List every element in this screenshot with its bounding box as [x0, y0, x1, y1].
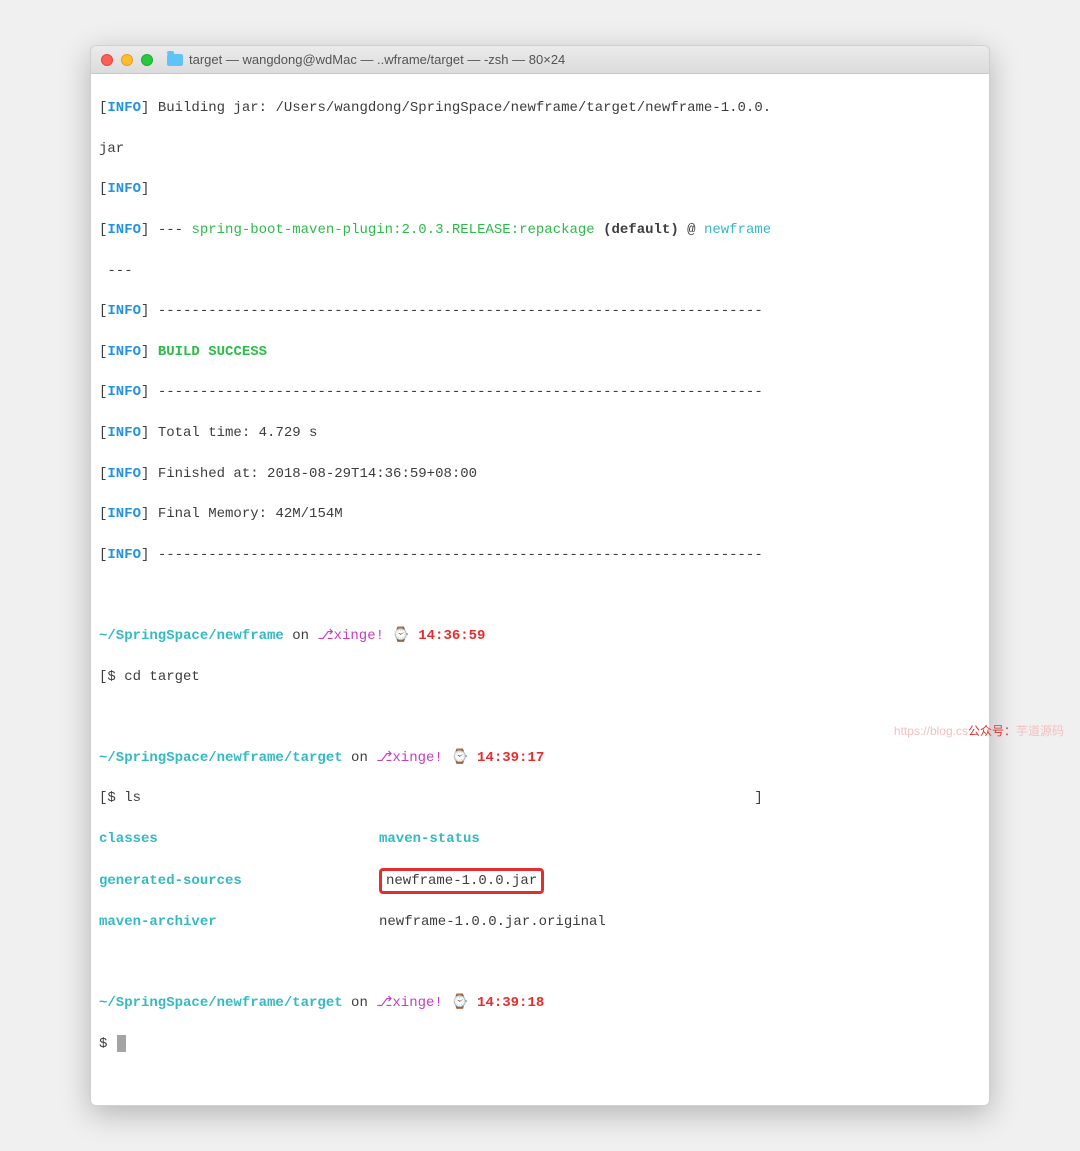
watermark: https://blog.cs公众号：芋道源码 [894, 722, 1064, 739]
traffic-lights [101, 54, 153, 66]
ls-row: generated-sourcesnewframe-1.0.0.jar [99, 870, 981, 892]
ls-row: classesmaven-status [99, 829, 981, 849]
command-line: [$ ls ] [99, 788, 981, 808]
prompt-line: ~/SpringSpace/newframe on ⎇xinge! ⌚ 14:3… [99, 626, 981, 646]
command-line: [$ cd target [99, 667, 981, 687]
output-line: [INFO] BUILD SUCCESS [99, 342, 981, 362]
prompt-line: ~/SpringSpace/newframe/target on ⎇xinge!… [99, 748, 981, 768]
folder-icon [167, 54, 183, 66]
branch-icon: ⎇ [376, 995, 392, 1011]
cursor-icon [117, 1035, 126, 1052]
blank-line [99, 707, 981, 727]
terminal-content[interactable]: [INFO] Building jar: /Users/wangdong/Spr… [91, 74, 989, 1105]
output-line: [INFO] [99, 179, 981, 199]
titlebar[interactable]: target — wangdong@wdMac — ..wframe/targe… [91, 46, 989, 74]
window-title: target — wangdong@wdMac — ..wframe/targe… [189, 52, 979, 67]
minimize-icon[interactable] [121, 54, 133, 66]
close-icon[interactable] [101, 54, 113, 66]
blank-line [99, 953, 981, 973]
watch-icon: ⌚ [443, 995, 477, 1011]
output-line: [INFO] ---------------------------------… [99, 301, 981, 321]
output-line: [INFO] ---------------------------------… [99, 545, 981, 565]
output-line: [INFO] Finished at: 2018-08-29T14:36:59+… [99, 464, 981, 484]
output-line: --- [99, 261, 981, 281]
output-line: [INFO] --- spring-boot-maven-plugin:2.0.… [99, 220, 981, 240]
branch-icon: ⎇ [376, 750, 392, 766]
terminal-window: target — wangdong@wdMac — ..wframe/targe… [90, 45, 990, 1106]
maximize-icon[interactable] [141, 54, 153, 66]
watch-icon: ⌚ [384, 628, 418, 644]
blank-line [99, 585, 981, 605]
branch-icon: ⎇ [317, 628, 333, 644]
output-line: [INFO] ---------------------------------… [99, 382, 981, 402]
prompt-line: ~/SpringSpace/newframe/target on ⎇xinge!… [99, 993, 981, 1013]
output-line: [INFO] Total time: 4.729 s [99, 423, 981, 443]
watch-icon: ⌚ [443, 750, 477, 766]
ls-row: maven-archivernewframe-1.0.0.jar.origina… [99, 912, 981, 932]
highlighted-jar: newframe-1.0.0.jar [379, 868, 544, 894]
output-line: [INFO] Building jar: /Users/wangdong/Spr… [99, 98, 981, 118]
output-line: [INFO] Final Memory: 42M/154M [99, 504, 981, 524]
output-line: jar [99, 139, 981, 159]
command-line[interactable]: $ [99, 1034, 981, 1054]
